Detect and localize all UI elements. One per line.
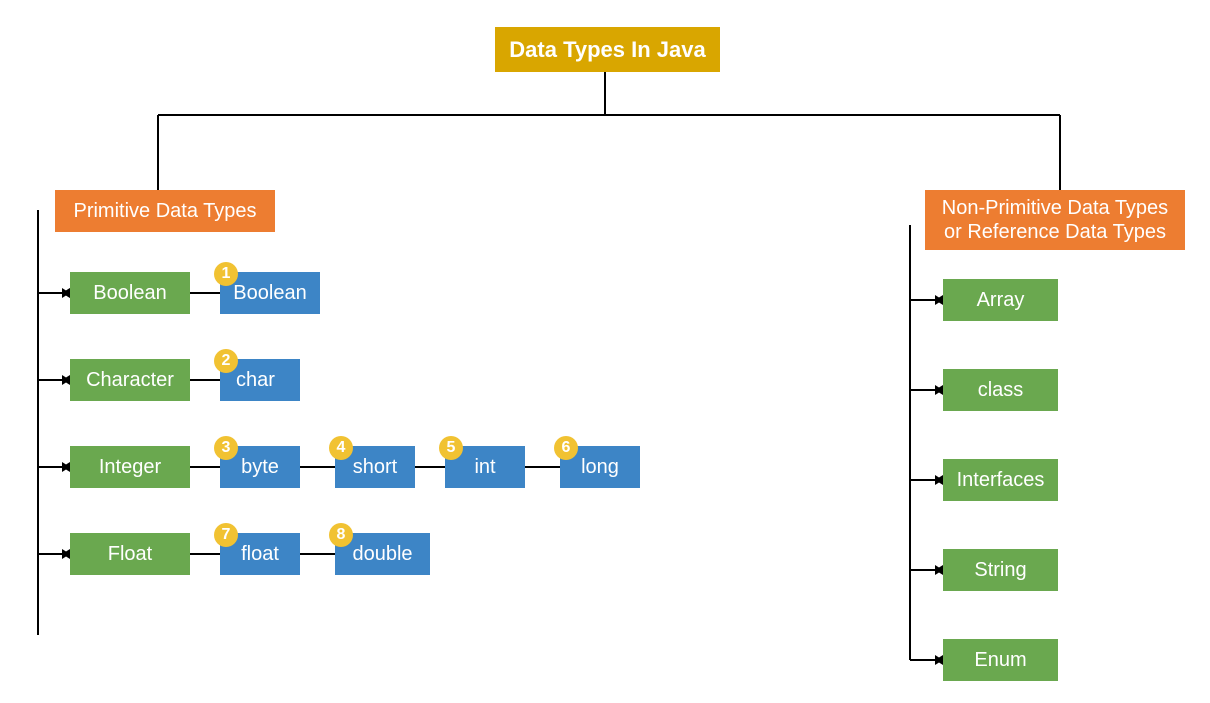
category-float: Float — [70, 533, 190, 575]
root-title: Data Types In Java — [495, 27, 720, 72]
badge-6: 6 — [554, 436, 578, 460]
category-integer: Integer — [70, 446, 190, 488]
connector-lines — [0, 0, 1210, 703]
branch-nonprimitive-label: Non-Primitive Data Types or Reference Da… — [942, 196, 1168, 244]
badge-3: 3 — [214, 436, 238, 460]
branch-nonprimitive: Non-Primitive Data Types or Reference Da… — [925, 190, 1185, 250]
branch-primitive: Primitive Data Types — [55, 190, 275, 232]
nonprim-interfaces: Interfaces — [943, 459, 1058, 501]
nonprim-array: Array — [943, 279, 1058, 321]
badge-5: 5 — [439, 436, 463, 460]
badge-1: 1 — [214, 262, 238, 286]
badge-8: 8 — [329, 523, 353, 547]
badge-4: 4 — [329, 436, 353, 460]
badge-7: 7 — [214, 523, 238, 547]
category-character: Character — [70, 359, 190, 401]
category-boolean: Boolean — [70, 272, 190, 314]
nonprim-enum: Enum — [943, 639, 1058, 681]
nonprim-string: String — [943, 549, 1058, 591]
nonprim-class: class — [943, 369, 1058, 411]
badge-2: 2 — [214, 349, 238, 373]
